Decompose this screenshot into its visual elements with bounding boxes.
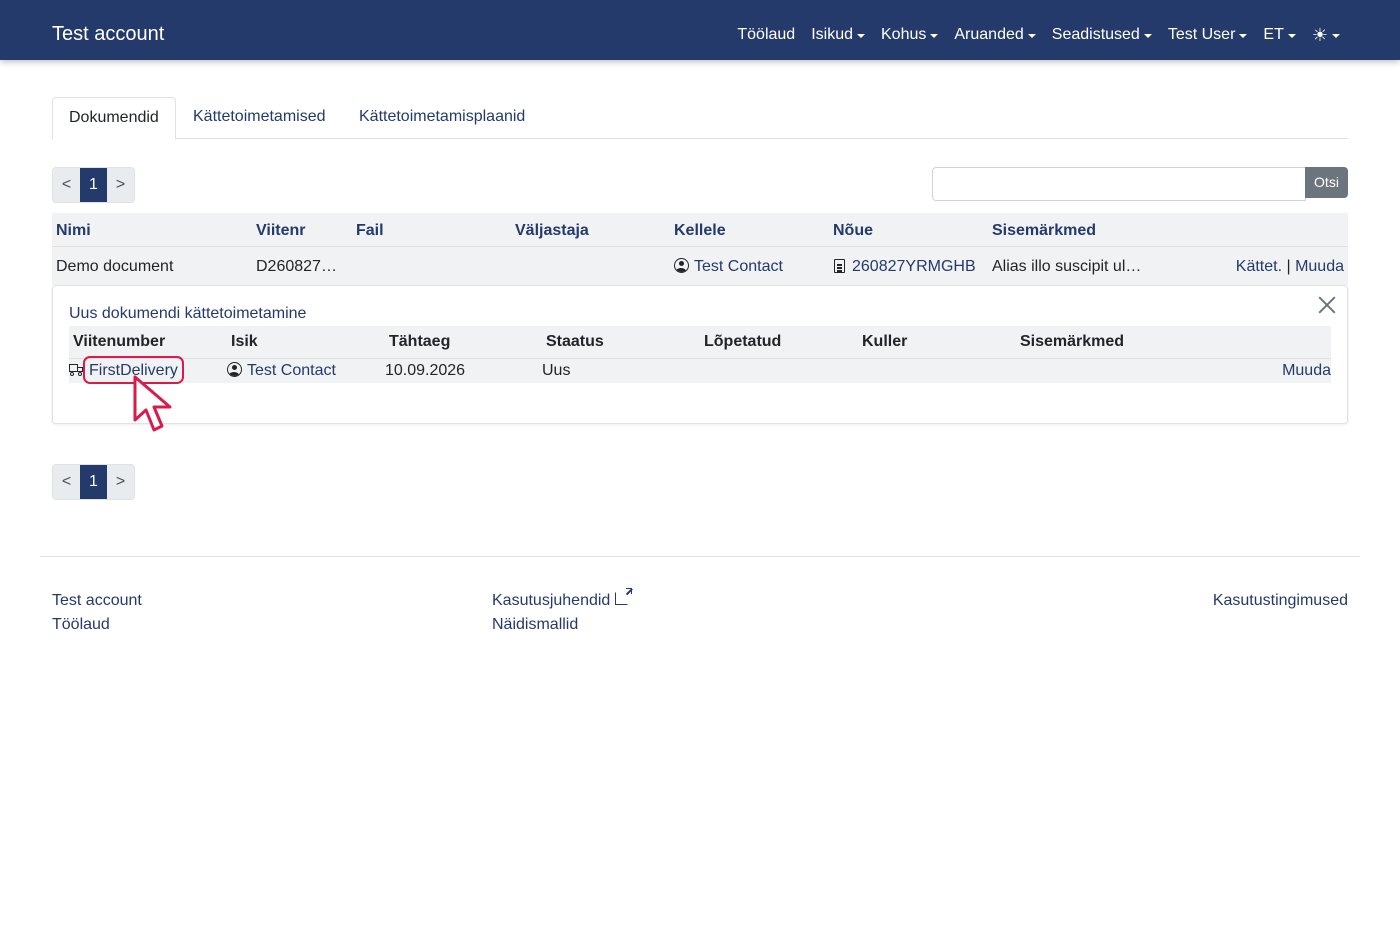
- nav-item-label: Töölaud: [737, 26, 796, 43]
- document-reference: D260827…: [256, 258, 337, 275]
- nav-item-label: Isikud: [811, 26, 853, 43]
- person-link[interactable]: Test Contact: [247, 362, 336, 379]
- column-header-lopetatud: Lõpetatud: [704, 333, 782, 350]
- next-page-button[interactable]: >: [107, 465, 134, 499]
- top-navbar: Test account Töölaud Isikud Kohus Aruand…: [0, 0, 1400, 60]
- nav-menu: Töölaud Isikud Kohus Aruanded Seadistuse…: [721, 24, 1340, 46]
- nav-item-user-menu[interactable]: Test User: [1168, 24, 1248, 46]
- footer-link-templates[interactable]: Näidismallid: [492, 616, 578, 634]
- caret-down-icon: [1239, 34, 1248, 38]
- pagination-bottom: < 1 >: [52, 464, 135, 500]
- column-header-valjastaja[interactable]: Väljastaja: [515, 222, 589, 240]
- nav-item-isikud[interactable]: Isikud: [811, 24, 865, 46]
- column-header-sisemarkmed: Sisemärkmed: [1020, 333, 1125, 350]
- person-icon: [674, 258, 689, 273]
- nav-item-toolaud[interactable]: Töölaud: [737, 24, 795, 46]
- delivery-person-cell: Test Contact: [227, 362, 336, 380]
- nav-item-seadistused[interactable]: Seadistused: [1052, 24, 1152, 46]
- column-header-noue[interactable]: Nõue: [833, 222, 873, 240]
- page-1-button[interactable]: 1: [80, 168, 107, 202]
- tab-kattetoimetamisplaanid[interactable]: Kättetoimetamisplaanid: [343, 97, 541, 139]
- deliveries-table: Viitenumber Isik Tähtaeg Staatus Lõpetat…: [69, 326, 1331, 383]
- brand-link[interactable]: Test account: [52, 21, 164, 47]
- documents-table: Nimi Viitenr Fail Väljastaja Kellele Nõu…: [52, 213, 1348, 285]
- footer-link-guides[interactable]: Kasutusjuhendid: [492, 592, 610, 609]
- nav-item-kohus[interactable]: Kohus: [881, 24, 939, 46]
- column-header-viitenumber: Viitenumber: [73, 333, 166, 350]
- nav-item-aruanded[interactable]: Aruanded: [954, 24, 1036, 46]
- search-input[interactable]: [932, 167, 1306, 201]
- document-name: Demo document: [56, 258, 174, 275]
- column-header-viitenr[interactable]: Viitenr: [256, 222, 306, 240]
- claim-link[interactable]: 260827YRMGHB: [852, 258, 976, 275]
- table-header: Nimi Viitenr Fail Väljastaja Kellele Nõu…: [52, 213, 1348, 247]
- person-icon: [227, 362, 242, 377]
- caret-down-icon: [857, 34, 865, 38]
- caret-down-icon: [1332, 34, 1340, 38]
- table-header: Viitenumber Isik Tähtaeg Staatus Lõpetat…: [69, 326, 1331, 359]
- table-row[interactable]: Demo document D260827… Test Contact 2608…: [52, 247, 1348, 285]
- tab-dokumendid[interactable]: Dokumendid: [52, 97, 176, 140]
- footer-link-toolaud[interactable]: Töölaud: [52, 616, 110, 634]
- table-row[interactable]: FirstDelivery Test Contact 10.09.2026 Uu…: [69, 359, 1331, 383]
- nav-item-label: Seadistused: [1051, 26, 1140, 43]
- row-actions: Kättet. | Muuda: [1236, 258, 1344, 276]
- tab-bar: Dokumendid Kättetoimetamised Kättetoimet…: [52, 97, 1348, 140]
- document-notes: Alias illo suscipit ul…: [992, 258, 1142, 275]
- action-separator: |: [1286, 258, 1291, 275]
- prev-page-button[interactable]: <: [53, 465, 80, 499]
- recipient-cell: Test Contact: [674, 258, 783, 276]
- footer-link-terms[interactable]: Kasutustingimused: [1213, 592, 1348, 610]
- caret-down-icon: [1287, 34, 1296, 38]
- close-icon[interactable]: [1317, 295, 1337, 315]
- column-header-staatus: Staatus: [546, 333, 604, 350]
- column-header-sisemarkmed[interactable]: Sisemärkmed: [992, 222, 1096, 240]
- truck-icon: [69, 364, 84, 376]
- external-link-icon: [615, 588, 633, 605]
- nav-item-label: ET: [1263, 26, 1284, 43]
- caret-down-icon: [1027, 34, 1036, 38]
- footer-link-account[interactable]: Test account: [52, 592, 142, 610]
- nav-item-language[interactable]: ET: [1263, 24, 1296, 46]
- caret-down-icon: [930, 34, 939, 38]
- document-icon: [834, 259, 845, 273]
- pagination-top: < 1 >: [52, 167, 135, 203]
- delivery-reference-cell: FirstDelivery: [69, 362, 178, 380]
- tab-kattetoimetamised[interactable]: Kättetoimetamised: [177, 97, 342, 139]
- recipient-link[interactable]: Test Contact: [694, 258, 783, 275]
- prev-page-button[interactable]: <: [53, 168, 80, 202]
- column-header-kuller: Kuller: [862, 333, 908, 350]
- next-page-button[interactable]: >: [107, 168, 134, 202]
- delivery-reference-link[interactable]: FirstDelivery: [89, 362, 178, 379]
- column-header-kellele[interactable]: Kellele: [674, 222, 726, 240]
- delivery-edit-link[interactable]: Muuda: [1282, 362, 1331, 380]
- column-header-nimi[interactable]: Nimi: [56, 222, 91, 240]
- nav-item-label: Kohus: [881, 26, 927, 43]
- search-button[interactable]: Otsi: [1305, 167, 1348, 198]
- sun-icon: ☀: [1311, 25, 1328, 45]
- delivery-status: Uus: [542, 362, 571, 379]
- delivery-deadline: 10.09.2026: [385, 362, 466, 379]
- claim-cell: 260827YRMGHB: [834, 258, 976, 276]
- footer-link-guides-wrap: Kasutusjuhendid: [492, 588, 633, 610]
- column-header-isik: Isik: [231, 333, 258, 350]
- deliver-link[interactable]: Kättet.: [1236, 258, 1282, 275]
- page-1-button[interactable]: 1: [80, 465, 107, 499]
- edit-link[interactable]: Muuda: [1295, 258, 1344, 275]
- column-header-fail[interactable]: Fail: [356, 222, 384, 240]
- footer-divider: [40, 556, 1360, 557]
- nav-item-label: Aruanded: [954, 26, 1024, 43]
- card-title: Uus dokumendi kättetoimetamine: [69, 305, 307, 322]
- column-header-tahtaeg: Tähtaeg: [389, 333, 451, 350]
- nav-item-label: Test User: [1167, 26, 1236, 43]
- nav-item-theme[interactable]: ☀: [1312, 24, 1340, 46]
- delivery-card: Uus dokumendi kättetoimetamine Viitenumb…: [52, 285, 1348, 424]
- caret-down-icon: [1143, 34, 1152, 38]
